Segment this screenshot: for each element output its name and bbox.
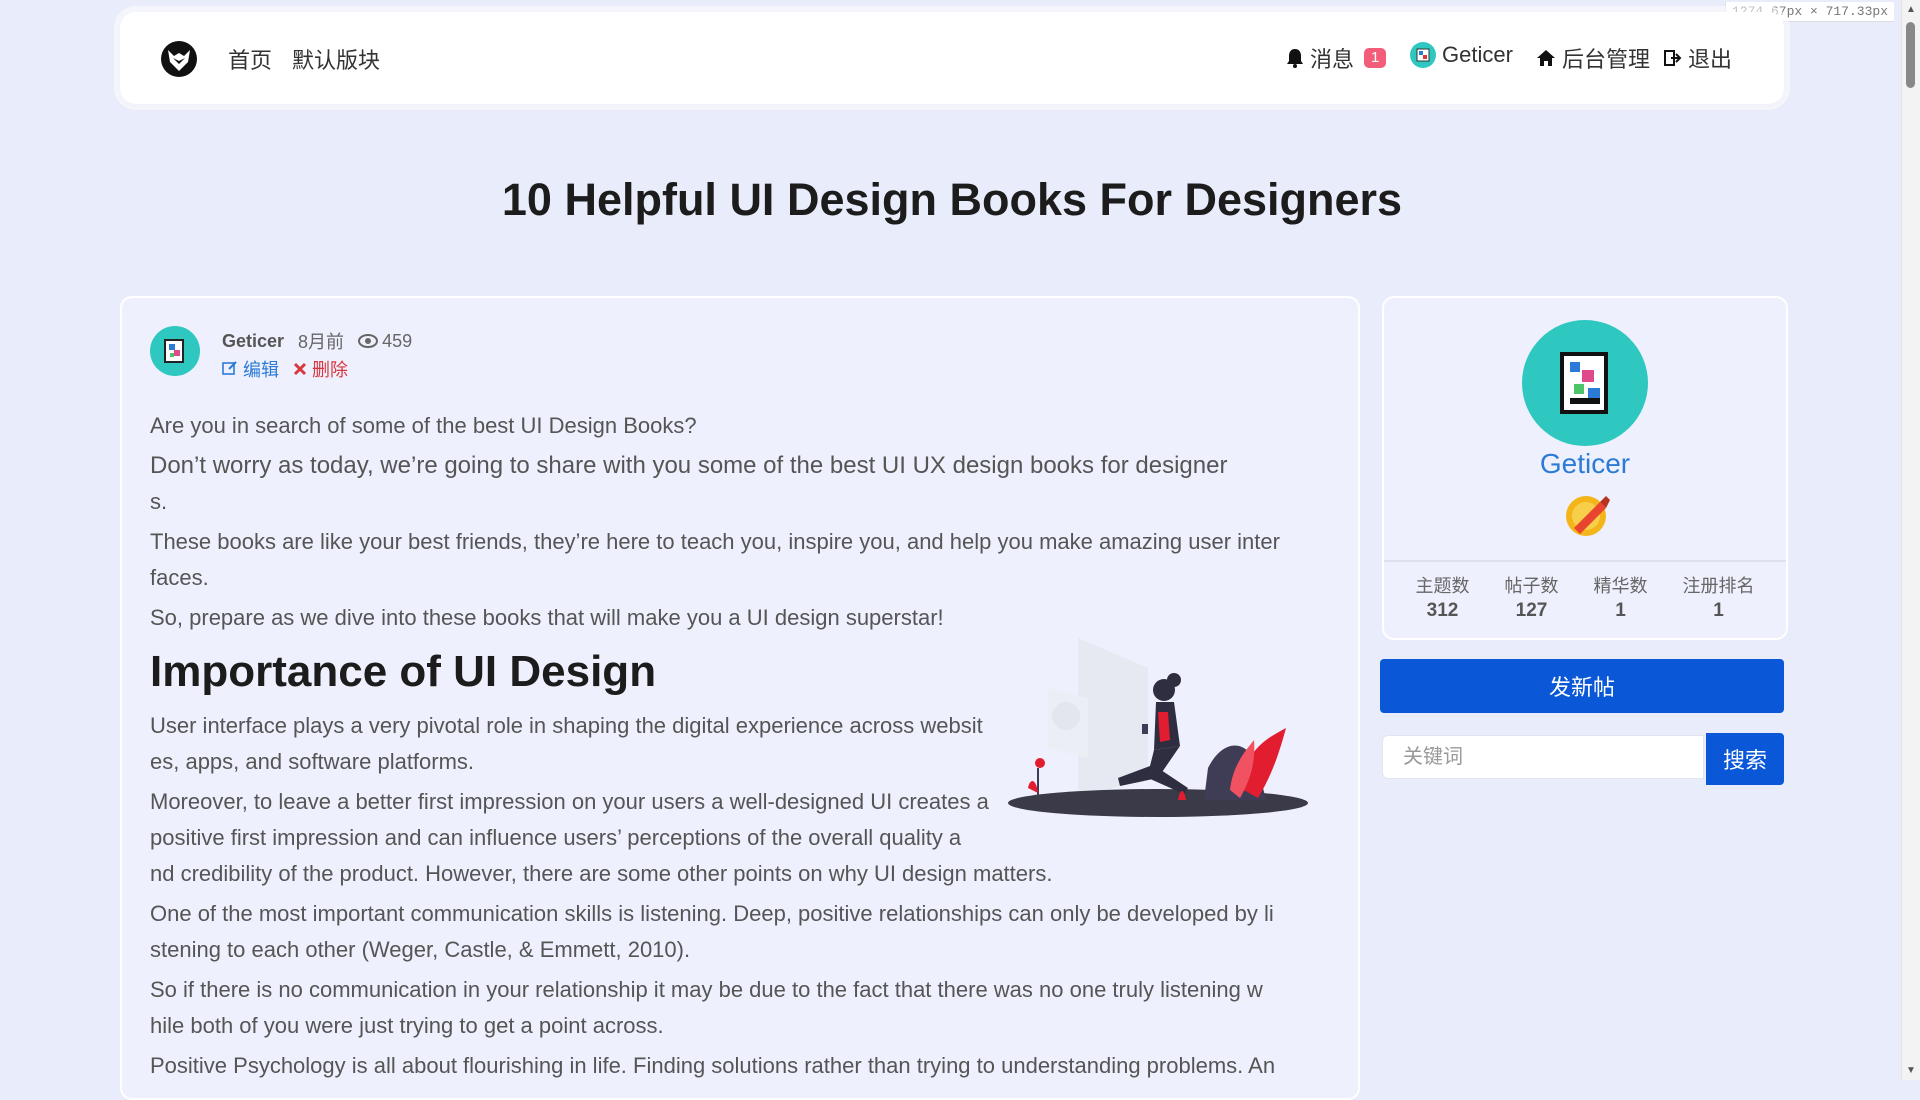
post-paragraph: nd credibility of the product. However, … (150, 861, 1053, 886)
profile-avatar[interactable] (1522, 320, 1648, 446)
site-logo-icon[interactable] (160, 40, 198, 78)
admin-label: 后台管理 (1562, 47, 1651, 72)
post-actions: 编辑 删除 (222, 356, 348, 382)
edit-label: 编辑 (243, 360, 280, 380)
profile-name[interactable]: Geticer (1384, 448, 1786, 480)
post-paragraph: User interface plays a very pivotal role… (150, 713, 983, 738)
stat-label: 精华数 (1593, 576, 1648, 596)
edit-icon (222, 361, 237, 375)
post-illustration (1008, 638, 1308, 817)
post-card: Geticer 8月前 459 编辑 删除 Are you in search … (120, 296, 1360, 1100)
page-title: 10 Helpful UI Design Books For Designers (501, 174, 1403, 225)
top-navbar: 首页 默认版块 消息 1 Geticer 后台管理 退出 (120, 12, 1784, 104)
page-scrollbar[interactable]: ▲ ▼ (1901, 0, 1920, 1080)
nav-default-board-link[interactable]: 默认版块 (292, 43, 380, 75)
edit-post-link[interactable]: 编辑 (222, 356, 279, 382)
post-paragraph: So if there is no communication in your … (150, 977, 1263, 1002)
post-meta: Geticer 8月前 459 (222, 328, 412, 354)
username-label: Geticer (1442, 42, 1513, 67)
profile-stats: 主题数 312 帖子数 127 精华数 1 注册排名 1 (1384, 572, 1786, 622)
search-button[interactable]: 搜索 (1706, 733, 1784, 785)
user-profile-link[interactable]: Geticer (1410, 42, 1513, 68)
stat-register-rank: 注册排名 1 (1683, 572, 1755, 622)
author-avatar[interactable] (150, 326, 200, 376)
medal-icon (1566, 496, 1610, 536)
bell-icon (1287, 49, 1303, 68)
logout-label: 退出 (1688, 47, 1733, 72)
post-paragraph: stening to each other (Weger, Castle, & … (150, 937, 691, 962)
post-paragraph: faces. (150, 565, 209, 590)
logout-icon (1664, 50, 1682, 66)
delete-post-link[interactable]: 删除 (293, 356, 348, 382)
profile-divider (1384, 560, 1786, 562)
post-author-name[interactable]: Geticer (222, 331, 284, 352)
eye-icon (358, 334, 379, 348)
stat-label: 注册排名 (1682, 576, 1755, 596)
post-paragraph: Positive Psychology is all about flouris… (150, 1053, 1276, 1078)
stat-label: 帖子数 (1504, 576, 1559, 596)
home-icon (1537, 50, 1555, 66)
post-paragraph: Are you in search of some of the best UI… (150, 413, 697, 438)
user-avatar-icon (164, 339, 184, 363)
post-paragraph: Moreover, to leave a better first impres… (150, 789, 989, 814)
close-icon (293, 362, 307, 376)
stat-value: 312 (1426, 600, 1459, 621)
logout-link[interactable]: 退出 (1664, 42, 1732, 74)
user-profile-card: Geticer 主题数 312 帖子数 127 精华数 1 注册排名 1 (1382, 296, 1788, 640)
stat-value: 127 (1515, 600, 1548, 621)
message-count-badge: 1 (1364, 48, 1387, 68)
post-paragraph: hile both of you were just trying to get… (150, 1013, 664, 1038)
post-view-count: 459 (382, 330, 413, 351)
messages-link[interactable]: 消息 1 (1286, 42, 1387, 74)
scroll-up-arrow-icon[interactable]: ▲ (1906, 4, 1916, 15)
admin-link[interactable]: 后台管理 (1536, 42, 1650, 74)
post-paragraph: These books are like your best friends, … (150, 529, 1280, 554)
nav-home-link[interactable]: 首页 (228, 43, 272, 75)
scrollbar-thumb[interactable] (1906, 22, 1915, 88)
new-post-button[interactable]: 发新帖 (1380, 659, 1784, 713)
delete-label: 删除 (312, 360, 349, 380)
stat-topics: 主题数 312 (1416, 572, 1470, 622)
stat-label: 主题数 (1415, 576, 1470, 596)
user-avatar-icon (1410, 42, 1436, 68)
search-input[interactable] (1382, 735, 1704, 779)
user-avatar-icon (1560, 352, 1608, 414)
stat-featured: 精华数 1 (1594, 572, 1648, 622)
stat-value: 1 (1713, 600, 1724, 621)
post-paragraph: es, apps, and software platforms. (150, 749, 475, 774)
post-paragraph: s. (150, 489, 168, 514)
messages-label: 消息 (1310, 47, 1355, 72)
post-time: 8月前 (298, 332, 345, 352)
scroll-down-arrow-icon[interactable]: ▼ (1906, 1065, 1916, 1076)
post-paragraph: One of the most important communication … (150, 901, 1274, 926)
stat-posts: 帖子数 127 (1505, 572, 1559, 622)
post-views: 459 (358, 331, 412, 352)
stat-value: 1 (1615, 600, 1626, 621)
post-paragraph: positive first impression and can influe… (150, 825, 962, 850)
post-paragraph: Don’t worry as today, we’re going to sha… (150, 452, 1228, 479)
